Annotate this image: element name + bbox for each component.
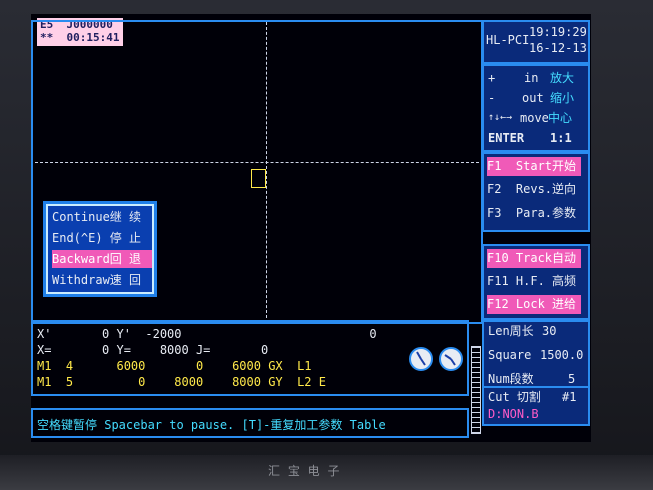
clock-panel: HL-PCI 19:19:29 16-12-13 <box>482 20 590 64</box>
f1-start-key[interactable]: F1 Start开始 <box>487 157 581 176</box>
params-panel: Len周长 30 Square 1500.0 Num段数 5 <box>482 320 590 394</box>
menu-continue[interactable]: Continue继 续 <box>52 208 152 226</box>
zoom-out-label: out <box>522 91 544 105</box>
num-label: Num段数 <box>488 372 534 386</box>
file-name: D:NON.B <box>488 407 539 421</box>
model-label: HL-PCI <box>486 33 530 47</box>
menu-backward[interactable]: Backward回 退 <box>52 250 152 268</box>
pause-menu: Continue继 续 End(^E) 停 止 Backward回 退 With… <box>43 201 157 297</box>
zoom-out-cn[interactable]: 缩小 <box>550 91 574 105</box>
cut-value: #1 <box>562 390 577 404</box>
cut-label: Cut 切割 <box>488 390 541 404</box>
crosshair-horizontal <box>35 162 479 163</box>
move-cn[interactable]: 中心 <box>548 111 572 125</box>
menu-withdraw[interactable]: Withdraw速 回 <box>52 271 152 289</box>
monitor-brand-label: 汇 宝 电 子 <box>268 464 342 478</box>
zoom-out-key: - <box>488 91 496 105</box>
num-value: 5 <box>568 372 576 386</box>
speed-gauge-icon <box>409 347 433 371</box>
square-label: Square <box>488 348 532 362</box>
footer-message: 空格键暂停 Spacebar to pause. [T]-重复加工参数 Tabl… <box>37 418 386 432</box>
move-key: ↑↓←→ <box>488 112 513 123</box>
coord-line-1: X' 0 Y' -2000 0 <box>37 327 377 341</box>
zoom-in-key: + <box>488 71 496 85</box>
coord-line-2: X= 0 Y= 8000 J= 0 <box>37 343 269 357</box>
crosshair-vertical <box>266 22 267 318</box>
pause-menu-inner: Continue继 续 End(^E) 停 止 Backward回 退 With… <box>46 204 154 294</box>
enter-key: ENTER <box>488 131 525 145</box>
f12-lock-key[interactable]: F12 Lock 进给 <box>487 295 581 314</box>
zoom-in-cn[interactable]: 放大 <box>550 71 574 85</box>
function-keys-panel-upper: F1 Start开始 F2 Revs.逆向 F3 Para.参数 <box>482 152 590 232</box>
feed-ruler <box>471 346 481 434</box>
len-value: 30 <box>542 324 557 338</box>
move-label: move <box>520 111 549 125</box>
square-value: 1500.0 <box>540 348 584 362</box>
menu-end[interactable]: End(^E) 停 止 <box>52 229 152 247</box>
zoom-in-label: in <box>524 71 539 85</box>
coord-line-4: M1 5 0 8000 8000 GY L2 E <box>37 375 326 389</box>
f3-params-key[interactable]: F3 Para.参数 <box>487 204 581 223</box>
current-gauge-icon <box>439 347 463 371</box>
coord-line-3: M1 4 6000 0 6000 GX L1 <box>37 359 312 373</box>
f2-reverse-key[interactable]: F2 Revs.逆向 <box>487 180 581 199</box>
crt-screen: E5 J000000 ** 00:15:41 Continue继 续 End(^… <box>31 14 591 442</box>
zoom-panel: + in 放大 - out 缩小 ↑↓←→ move 中心 ENTER 1:1 <box>482 64 590 152</box>
clock-date: 16-12-13 <box>529 41 587 55</box>
f11-hf-key[interactable]: F11 H.F. 高频 <box>487 272 581 291</box>
wire-position-marker <box>251 169 266 188</box>
cut-panel: Cut 切割 #1 D:NON.B <box>482 386 590 426</box>
clock-time: 19:19:29 <box>529 25 587 39</box>
enter-cn[interactable]: 1:1 <box>550 131 572 145</box>
f10-track-key[interactable]: F10 Track自动 <box>487 249 581 268</box>
function-keys-panel-lower: F10 Track自动 F11 H.F. 高频 F12 Lock 进给 <box>482 244 590 320</box>
len-label: Len周长 <box>488 324 534 338</box>
